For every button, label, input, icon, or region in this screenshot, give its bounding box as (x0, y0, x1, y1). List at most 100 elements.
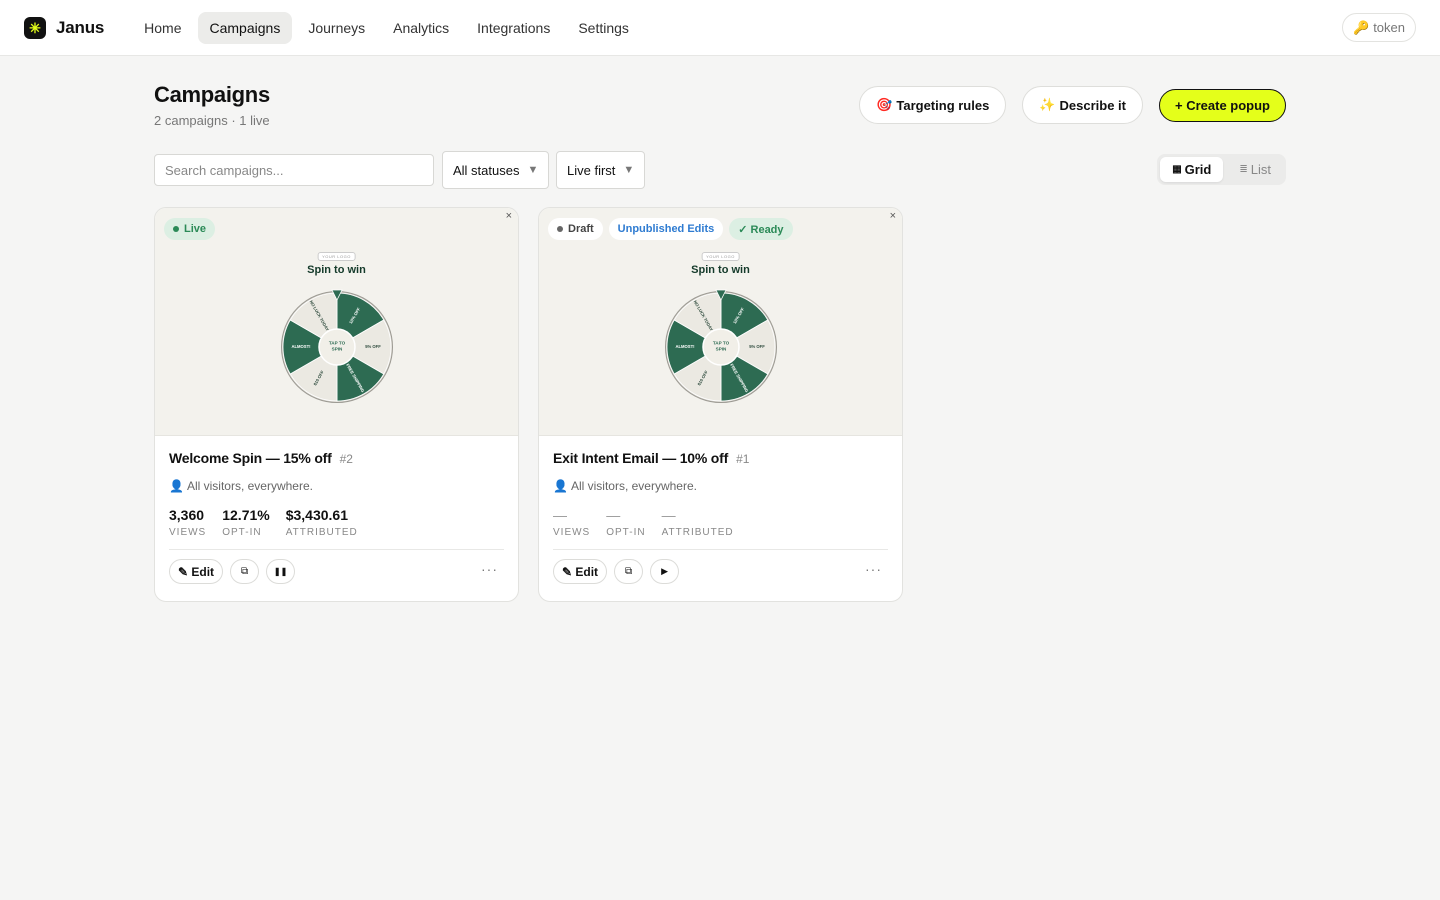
campaign-card[interactable]: Draft Unpublished Edits ✓ Ready × YOUR L… (538, 207, 903, 602)
campaign-metrics: — VIEWS — OPT-IN — ATTRIBUTED (553, 507, 888, 538)
view-grid-button[interactable]: ▦ Grid (1160, 157, 1224, 182)
brand-name: Janus (56, 17, 105, 37)
status-filter-select[interactable]: All statuses ▼ (442, 151, 550, 189)
metric-views-label: VIEWS (169, 527, 207, 538)
audience-text: All visitors, everywhere. (186, 479, 313, 493)
campaign-grid: Live × YOUR LOGO Spin to win 10% OFF 5% O… (154, 207, 903, 602)
live-dot-icon (173, 226, 179, 232)
campaign-metrics: 3,360 VIEWS 12.71% OPT-IN $3,430.61 ATTR… (169, 507, 504, 538)
status-badge-ready: ✓ Ready (729, 218, 793, 240)
describe-it-button[interactable]: ✨ Describe it (1022, 86, 1143, 124)
brand[interactable]: ✳ Janus (24, 16, 105, 39)
view-toggle: ▦ Grid ≣ List (1157, 154, 1286, 185)
status-badge-live: Live (164, 218, 216, 240)
metric-attributed-value: — (661, 507, 676, 523)
metric-optin: 12.71% OPT-IN (222, 507, 269, 538)
metric-views-label: VIEWS (553, 527, 591, 538)
metric-views: — VIEWS (553, 507, 590, 538)
draft-dot-icon (557, 226, 563, 232)
duplicate-button[interactable]: ⧉ (614, 559, 644, 584)
duplicate-button[interactable]: ⧉ (230, 559, 260, 584)
targeting-rules-label: Targeting rules (896, 97, 990, 113)
sort-select[interactable]: Live first ▼ (556, 151, 646, 189)
header-actions: 🎯 Targeting rules ✨ Describe it + Create… (859, 86, 1286, 124)
token-label: token (1373, 20, 1405, 35)
metric-views-value: — (553, 507, 567, 523)
metric-optin-label: OPT-IN (222, 527, 262, 538)
card-actions: ✎ Edit ⧉ ▶ ··· (553, 559, 888, 584)
badge-label: Live (184, 223, 207, 235)
wheel-segment-label: ALMOST! (675, 344, 694, 349)
audience-text: All visitors, everywhere. (570, 479, 697, 493)
wheel-center-label: TAP TO (328, 341, 345, 346)
create-popup-button[interactable]: + Create popup (1159, 89, 1286, 122)
describe-it-label: Describe it (1059, 97, 1126, 113)
target-icon: 🎯 (876, 97, 893, 112)
user-icon: 👤 (169, 479, 184, 493)
audience-summary: 👤 All visitors, everywhere. (169, 479, 504, 493)
status-filter-value: All statuses (453, 162, 520, 178)
nav-home[interactable]: Home (132, 12, 193, 44)
close-icon: × (889, 210, 896, 222)
main-content: Campaigns 2 campaigns · 1 live 🎯 Targeti… (154, 56, 1286, 602)
nav-integrations[interactable]: Integrations (465, 12, 562, 44)
wheel-segment-label: 5% OFF (365, 344, 381, 349)
nav-journeys[interactable]: Journeys (296, 12, 377, 44)
status-badge-unpublished: Unpublished Edits (608, 218, 724, 240)
edit-button[interactable]: ✎ Edit (169, 559, 224, 584)
page-title: Campaigns (154, 82, 270, 107)
more-options-icon[interactable]: ··· (865, 561, 882, 577)
metric-optin-label: OPT-IN (606, 527, 646, 538)
grid-icon: ▦ (1172, 164, 1182, 175)
view-list-button[interactable]: ≣ List (1227, 157, 1283, 182)
badge-label: Draft (568, 223, 594, 235)
campaign-number: #1 (736, 452, 750, 466)
preview-heading: Spin to win (691, 264, 750, 276)
filter-bar: All statuses ▼ Live first ▼ ▦ Grid ≣ Lis… (154, 151, 1286, 189)
view-grid-label: Grid (1184, 162, 1212, 177)
pause-button[interactable]: ❚❚ (266, 559, 296, 584)
caret-down-icon: ▼ (623, 164, 635, 176)
copy-icon: ⧉ (240, 566, 249, 577)
play-icon: ▶ (661, 566, 669, 576)
metric-optin: — OPT-IN (606, 507, 645, 538)
popup-preview[interactable]: Draft Unpublished Edits ✓ Ready × YOUR L… (539, 208, 902, 436)
token-button[interactable]: 🔑 token (1342, 13, 1416, 42)
wheel-center-label: SPIN (715, 347, 726, 352)
audience-summary: 👤 All visitors, everywhere. (553, 479, 888, 493)
wheel-center-label: SPIN (331, 347, 342, 352)
sort-value: Live first (567, 162, 616, 178)
edit-button[interactable]: ✎ Edit (553, 559, 608, 584)
metric-attributed-label: ATTRIBUTED (661, 527, 734, 538)
nav-campaigns[interactable]: Campaigns (197, 11, 293, 44)
metric-attributed: — ATTRIBUTED (662, 507, 734, 538)
metric-attributed: $3,430.61 ATTRIBUTED (286, 507, 358, 538)
close-icon: × (505, 210, 512, 222)
nav-settings[interactable]: Settings (566, 12, 641, 44)
targeting-rules-button[interactable]: 🎯 Targeting rules (859, 86, 1007, 124)
preview-logo: YOUR LOGO (701, 252, 740, 261)
nav-analytics[interactable]: Analytics (381, 12, 461, 44)
brand-logo-icon: ✳ (24, 16, 46, 39)
play-button[interactable]: ▶ (650, 559, 680, 584)
sparkles-icon: ✨ (1039, 97, 1056, 112)
preview-heading: Spin to win (307, 264, 366, 276)
metric-attributed-label: ATTRIBUTED (285, 527, 358, 538)
pause-icon: ❚❚ (273, 567, 288, 576)
view-list-label: List (1250, 162, 1271, 177)
metric-optin-value: 12.71% (222, 507, 270, 523)
campaign-name[interactable]: Welcome Spin — 15% off (169, 450, 332, 466)
page-header: Campaigns 2 campaigns · 1 live 🎯 Targeti… (154, 56, 1286, 150)
campaign-number: #2 (339, 452, 353, 466)
more-options-icon[interactable]: ··· (481, 561, 498, 577)
metric-attributed-value: $3,430.61 (285, 507, 349, 523)
search-input[interactable] (154, 154, 434, 186)
wheel-segment-label: ALMOST! (291, 344, 310, 349)
wheel-segment-label: 5% OFF (749, 344, 765, 349)
metric-views-value: 3,360 (169, 507, 205, 523)
campaign-name[interactable]: Exit Intent Email — 10% off (553, 450, 728, 466)
user-icon: 👤 (553, 479, 568, 493)
campaign-card[interactable]: Live × YOUR LOGO Spin to win 10% OFF 5% O… (154, 207, 519, 602)
popup-preview[interactable]: Live × YOUR LOGO Spin to win 10% OFF 5% O… (155, 208, 518, 436)
status-badges: Live (164, 218, 216, 240)
